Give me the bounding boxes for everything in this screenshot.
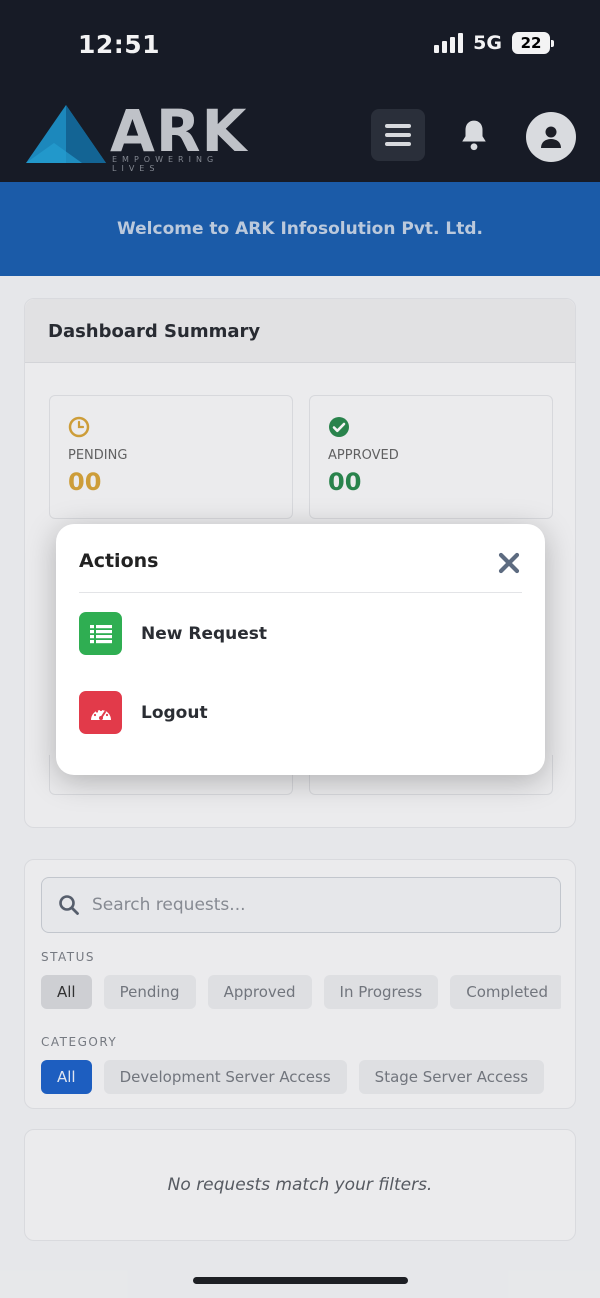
logout-tile [79,691,122,734]
action-logout[interactable]: Logout [79,691,208,734]
close-icon[interactable] [497,551,521,575]
modal-divider [79,592,522,593]
actions-modal: Actions New Request Logout [56,524,545,775]
action-label: Logout [141,702,208,723]
home-indicator[interactable] [193,1277,408,1284]
action-label: New Request [141,623,268,644]
new-request-tile [79,612,122,655]
list-icon [89,624,112,643]
speedometer-icon [90,708,111,720]
action-new-request[interactable]: New Request [79,612,267,655]
modal-title: Actions [79,550,159,572]
